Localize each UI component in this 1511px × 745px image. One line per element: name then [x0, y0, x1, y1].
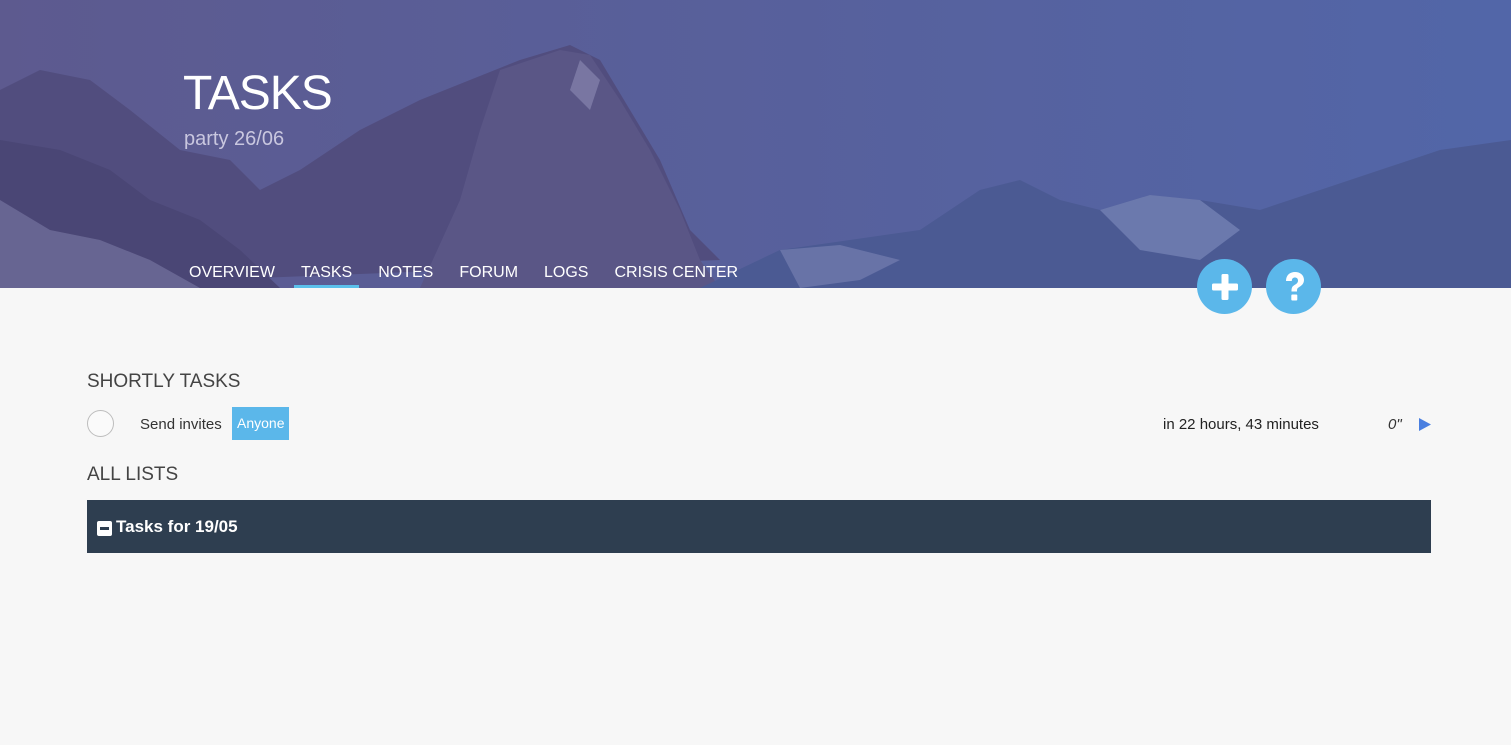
tab-crisis-center[interactable]: CRISIS CENTER [601, 262, 751, 288]
task-row: Send invites Anyone in 22 hours, 43 minu… [87, 407, 1432, 441]
question-icon [1285, 271, 1304, 300]
task-list-title: Tasks for 19/05 [116, 517, 238, 536]
tab-notes[interactable]: NOTES [365, 262, 446, 288]
assignee-badge[interactable]: Anyone [232, 407, 290, 440]
play-icon[interactable] [1418, 417, 1432, 432]
shortly-tasks-heading: SHORTLY TASKS [87, 371, 241, 392]
tab-logs[interactable]: LOGS [531, 262, 601, 288]
help-button[interactable] [1266, 259, 1321, 314]
main-nav: OVERVIEW TASKS NOTES FORUM LOGS CRISIS C… [176, 262, 751, 288]
task-name[interactable]: Send invites [140, 416, 222, 433]
all-lists-heading: ALL LISTS [87, 464, 179, 485]
task-due-time: in 22 hours, 43 minutes [1163, 416, 1319, 433]
tab-forum[interactable]: FORUM [446, 262, 531, 288]
task-list-header[interactable]: Tasks for 19/05 [87, 500, 1431, 553]
tab-overview[interactable]: OVERVIEW [176, 262, 288, 288]
tab-tasks[interactable]: TASKS [288, 262, 365, 288]
page-title: TASKS [183, 67, 333, 120]
minus-square-icon[interactable] [97, 521, 112, 536]
page-subtitle: party 26/06 [184, 128, 285, 150]
add-task-button[interactable] [1197, 259, 1252, 314]
task-complete-checkbox[interactable] [87, 410, 114, 437]
header-banner: TASKS party 26/06 OVERVIEW TASKS NOTES F… [0, 0, 1511, 288]
plus-icon [1211, 273, 1238, 300]
task-timer: 0" [1388, 416, 1402, 433]
